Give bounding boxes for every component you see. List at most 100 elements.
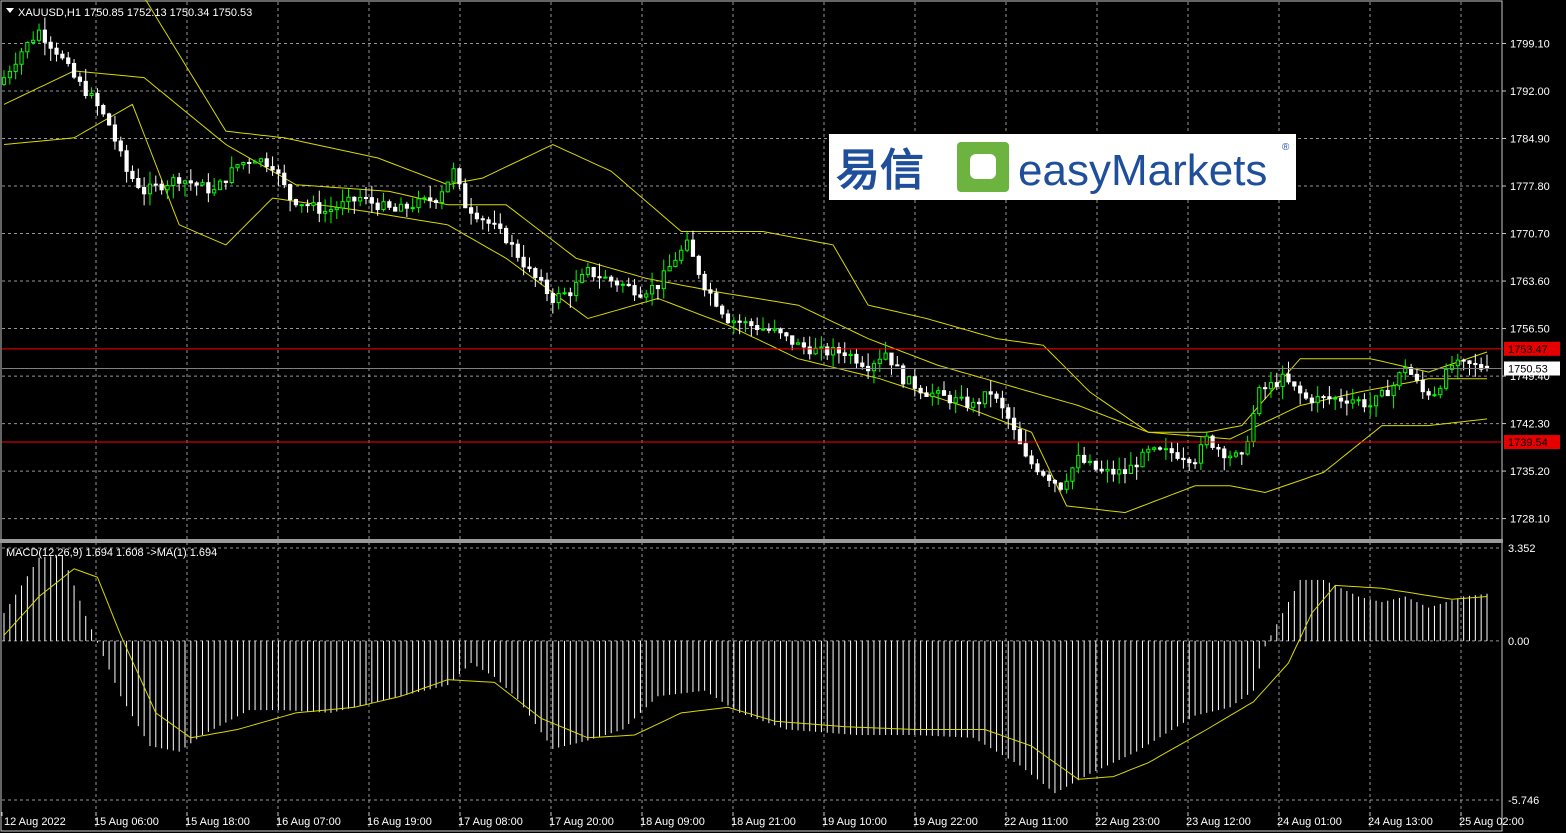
price-axis-label: 1735.20 bbox=[1510, 466, 1550, 478]
candle-body-bear bbox=[159, 183, 164, 191]
candle-body-bull bbox=[667, 265, 672, 272]
candle-body-bull bbox=[358, 196, 363, 202]
candle-body-bear bbox=[124, 150, 129, 172]
macd-axis-label: 3.352 bbox=[1508, 543, 1536, 555]
candle-body-bull bbox=[1128, 464, 1133, 475]
candle-body-bear bbox=[66, 57, 71, 64]
candle-body-bear bbox=[177, 177, 182, 184]
pane-separator[interactable] bbox=[0, 539, 1503, 543]
candle-body-bear bbox=[1263, 387, 1268, 390]
candle-body-bear bbox=[924, 392, 929, 397]
candle-body-bear bbox=[1344, 400, 1349, 404]
candle-body-bear bbox=[825, 346, 830, 356]
candle-body-bear bbox=[708, 289, 713, 294]
candle-body-bear bbox=[433, 200, 439, 204]
candle-body-bear bbox=[264, 158, 269, 168]
candle-body-bear bbox=[1414, 373, 1420, 381]
candle-body-bull bbox=[574, 281, 579, 297]
candle-body-bull bbox=[760, 328, 766, 331]
candle-body-bear bbox=[1011, 417, 1017, 431]
candle-body-bull bbox=[229, 167, 234, 183]
candle-body-bull bbox=[959, 396, 964, 399]
candle-body-bear bbox=[1461, 359, 1466, 362]
candle-body-bull bbox=[1163, 448, 1168, 451]
candle-body-bull bbox=[1315, 396, 1320, 404]
candle-body-bear bbox=[1239, 452, 1244, 455]
candle-body-bull bbox=[200, 182, 205, 186]
candle-body-bear bbox=[106, 113, 112, 126]
candle-body-bear bbox=[387, 201, 392, 208]
candle-body-bull bbox=[1146, 448, 1151, 453]
macd-axis-label: 0.00 bbox=[1508, 636, 1529, 648]
candle-body-bear bbox=[1338, 397, 1344, 402]
candle-body-bear bbox=[317, 202, 322, 214]
candle-body-bull bbox=[731, 320, 736, 324]
candle-body-bull bbox=[1268, 382, 1274, 390]
candle bbox=[106, 112, 112, 126]
price-axis-label: 1742.30 bbox=[1510, 419, 1550, 431]
candle-body-bear bbox=[1000, 397, 1005, 409]
candle-body-bull bbox=[1140, 451, 1145, 468]
candle-body-bear bbox=[1292, 381, 1297, 387]
candle-body-bull bbox=[562, 292, 567, 295]
candle-body-bear bbox=[1309, 397, 1314, 404]
candle-body-bull bbox=[1204, 435, 1209, 446]
candle bbox=[1257, 385, 1262, 417]
candle-body-bull bbox=[603, 276, 608, 279]
candle-body-bull bbox=[25, 41, 30, 53]
candle-body-bear bbox=[142, 186, 147, 195]
candle-body-bull bbox=[1076, 454, 1081, 469]
chart-background bbox=[0, 0, 1566, 833]
candle-body-bull bbox=[147, 183, 153, 195]
candle-body-bull bbox=[871, 363, 877, 372]
candle-body-bear bbox=[632, 285, 637, 296]
candle-body-bull bbox=[819, 346, 824, 349]
candle-body-bull bbox=[334, 207, 339, 211]
price-axis-label: 1763.60 bbox=[1510, 276, 1550, 288]
candle-body-bear bbox=[504, 227, 509, 244]
candle-body-bull bbox=[171, 177, 176, 186]
candle-body-bull bbox=[258, 158, 263, 163]
candle-body-bull bbox=[1397, 372, 1402, 387]
candle-body-bull bbox=[685, 239, 690, 251]
candle-body-bear bbox=[755, 325, 760, 330]
candle-body-bear bbox=[1303, 392, 1309, 399]
candle-body-bull bbox=[217, 180, 223, 191]
candle-body-bear bbox=[591, 267, 596, 278]
candle-body-bear bbox=[515, 243, 520, 258]
candle-body-bear bbox=[509, 242, 515, 245]
candle-body-bull bbox=[182, 180, 188, 184]
logo-chinese-text: 易信 bbox=[836, 145, 924, 196]
resistance-price-tag-text: 1753.47 bbox=[1508, 344, 1548, 356]
candle-body-bull bbox=[1105, 468, 1110, 472]
candle bbox=[445, 181, 450, 193]
candle-body-bear bbox=[188, 180, 193, 184]
candle-body-bull bbox=[328, 209, 334, 212]
candle-body-bear bbox=[282, 172, 287, 186]
candle-body-bear bbox=[533, 268, 538, 278]
candle-body-bear bbox=[498, 223, 503, 229]
candle-body-bear bbox=[527, 266, 532, 270]
candle-body-bull bbox=[439, 191, 444, 204]
candle-body-bull bbox=[649, 284, 655, 295]
candle-body-bull bbox=[1257, 387, 1262, 415]
candle-body-bull bbox=[743, 321, 748, 324]
candle-body-bear bbox=[1286, 373, 1291, 383]
candle-body-bear bbox=[737, 320, 742, 323]
candle-body-bull bbox=[1228, 455, 1233, 459]
candle-body-bear bbox=[690, 239, 696, 257]
candle-body-bear bbox=[947, 394, 952, 404]
candle-body-bull bbox=[13, 63, 18, 72]
candle-body-bull bbox=[235, 164, 240, 169]
candle-body-bear bbox=[714, 292, 719, 307]
candle-body-bear bbox=[492, 222, 497, 225]
candle-body-bull bbox=[1350, 399, 1355, 404]
time-axis-label: 24 Aug 01:00 bbox=[1277, 816, 1342, 828]
trading-chart-window[interactable]: 1799.10 1792.00 1784.90 1777.80 1770.70 1763.… bbox=[0, 0, 1566, 833]
candle-body-bull bbox=[451, 168, 456, 183]
candle-body-bear bbox=[1298, 385, 1303, 394]
candle-body-bear bbox=[48, 41, 53, 49]
candle-body-bear bbox=[1111, 468, 1116, 475]
candle-body-bear bbox=[889, 352, 894, 366]
candle-body-bull bbox=[1356, 399, 1361, 402]
